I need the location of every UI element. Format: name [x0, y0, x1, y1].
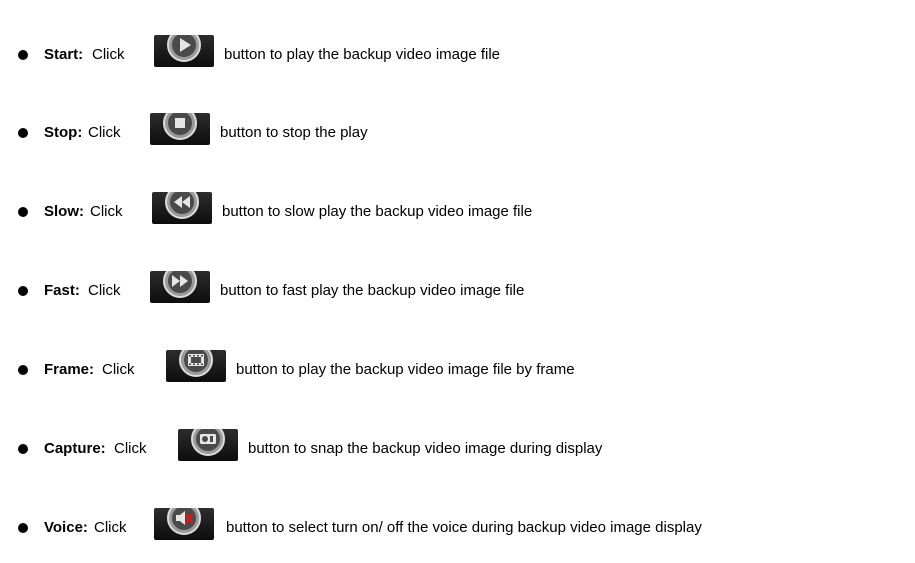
bullet [18, 207, 28, 217]
list-item-capture: Capture: Click button to snap the backup… [0, 429, 915, 469]
item-description: button to slow play the backup video ima… [222, 203, 533, 220]
item-label: Frame: [44, 361, 95, 378]
click-text: Click [92, 46, 125, 63]
list-item-fast: Fast: Click button to fast play the back… [0, 271, 915, 311]
stop-icon [163, 113, 197, 140]
item-description: button to play the backup video image fi… [224, 46, 501, 63]
click-text: Click [90, 203, 123, 220]
bullet [18, 523, 28, 533]
button-description-list: Start: Click button to play the backup v… [0, 0, 915, 563]
list-item-voice: Voice: Click button to select turn on/ o… [0, 508, 915, 548]
slow-button[interactable] [152, 192, 212, 224]
click-text: Click [102, 361, 135, 378]
film-frame-icon [179, 350, 213, 377]
item-description: button to snap the backup video image du… [248, 440, 603, 457]
fast-button[interactable] [150, 271, 210, 303]
camera-capture-icon [191, 429, 225, 456]
list-item-start: Start: Click button to play the backup v… [0, 35, 915, 75]
click-text: Click [88, 124, 121, 141]
frame-button[interactable] [166, 350, 226, 382]
list-item-stop: Stop: Click button to stop the play [0, 113, 915, 153]
item-label: Slow: [44, 203, 84, 220]
item-description: button to play the backup video image fi… [236, 361, 575, 378]
play-button[interactable] [154, 35, 214, 67]
play-icon [167, 35, 201, 62]
voice-button[interactable] [154, 508, 214, 540]
stop-button[interactable] [150, 113, 210, 145]
item-label: Stop: [44, 124, 83, 141]
item-description: button to select turn on/ off the voice … [226, 519, 702, 536]
item-label: Voice: [44, 519, 88, 536]
click-text: Click [88, 282, 121, 299]
list-item-frame: Frame: Click button to play the backup v… [0, 350, 915, 390]
bullet [18, 365, 28, 375]
item-label: Capture: [44, 440, 106, 457]
bullet [18, 286, 28, 296]
item-description: button to stop the play [220, 124, 368, 141]
speaker-mute-icon [167, 508, 201, 535]
click-text: Click [114, 440, 147, 457]
item-label: Fast: [44, 282, 80, 299]
bullet [18, 444, 28, 454]
item-description: button to fast play the backup video ima… [220, 282, 525, 299]
item-label: Start: [44, 46, 84, 63]
list-item-slow: Slow: Click button to slow play the back… [0, 192, 915, 232]
click-text: Click [94, 519, 127, 536]
bullet [18, 50, 28, 60]
fast-forward-icon [163, 271, 197, 298]
rewind-icon [165, 192, 199, 219]
bullet [18, 128, 28, 138]
capture-button[interactable] [178, 429, 238, 461]
